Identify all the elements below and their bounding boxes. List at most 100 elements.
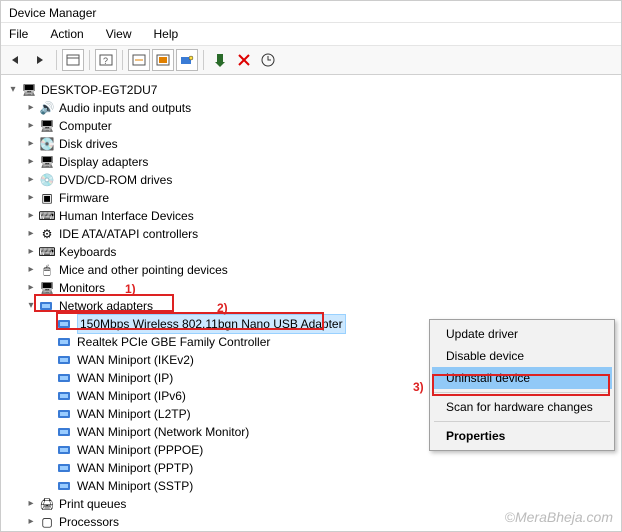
- adapter-label: Realtek PCIe GBE Family Controller: [77, 333, 270, 351]
- toolbar-separator: [89, 50, 90, 70]
- adapter-label: 150Mbps Wireless 802.11bgn Nano USB Adap…: [77, 314, 346, 334]
- adapter-label: WAN Miniport (IP): [77, 369, 173, 387]
- scan-hardware-button[interactable]: [176, 49, 198, 71]
- category-item[interactable]: 💿DVD/CD-ROM drives: [5, 171, 617, 189]
- ctx-uninstall-device[interactable]: Uninstall device: [432, 367, 612, 389]
- menu-help[interactable]: Help: [150, 25, 183, 43]
- annotation-2: 2): [217, 301, 228, 315]
- category-label: Human Interface Devices: [59, 207, 194, 225]
- category-label: Firmware: [59, 189, 109, 207]
- menu-file[interactable]: File: [5, 25, 32, 43]
- ctx-separator: [434, 421, 610, 422]
- device-icon: 🖥: [39, 154, 55, 170]
- category-label: Display adapters: [59, 153, 148, 171]
- expand-icon[interactable]: [23, 297, 39, 315]
- expand-icon[interactable]: [23, 99, 39, 117]
- device-icon: 🔊: [39, 100, 55, 116]
- network-adapter-icon: [57, 388, 73, 404]
- expand-icon[interactable]: [23, 117, 39, 135]
- expand-icon[interactable]: [23, 171, 39, 189]
- adapter-label: WAN Miniport (PPTP): [77, 459, 193, 477]
- expand-icon[interactable]: [23, 153, 39, 171]
- category-label: Mice and other pointing devices: [59, 261, 228, 279]
- device-icon: ⌨: [39, 208, 55, 224]
- annotation-3: 3): [413, 380, 424, 394]
- network-adapter-icon: [57, 334, 73, 350]
- menu-view[interactable]: View: [102, 25, 136, 43]
- expand-icon[interactable]: [23, 513, 39, 531]
- menu-bar: File Action View Help: [1, 23, 621, 46]
- category-item[interactable]: 🔊Audio inputs and outputs: [5, 99, 617, 117]
- category-item[interactable]: 💽Disk drives: [5, 135, 617, 153]
- ctx-update-driver[interactable]: Update driver: [432, 323, 612, 345]
- adapter-label: WAN Miniport (SSTP): [77, 477, 193, 495]
- expand-icon[interactable]: [23, 279, 39, 297]
- category-item[interactable]: 🖱Mice and other pointing devices: [5, 261, 617, 279]
- show-hide-button[interactable]: [62, 49, 84, 71]
- category-item[interactable]: ▣Firmware: [5, 189, 617, 207]
- menu-action[interactable]: Action: [46, 25, 87, 43]
- network-adapter-icon: [57, 424, 73, 440]
- category-item[interactable]: 🖥Display adapters: [5, 153, 617, 171]
- network-adapter-item[interactable]: WAN Miniport (SSTP): [5, 477, 617, 495]
- adapter-label: WAN Miniport (IKEv2): [77, 351, 194, 369]
- update-driver-button[interactable]: [257, 49, 279, 71]
- tree-root[interactable]: 🖥 DESKTOP-EGT2DU7: [5, 81, 617, 99]
- category-item[interactable]: ⚙IDE ATA/ATAPI controllers: [5, 225, 617, 243]
- back-button[interactable]: [5, 49, 27, 71]
- network-adapter-icon: [57, 460, 73, 476]
- category-label: IDE ATA/ATAPI controllers: [59, 225, 198, 243]
- category-label: Audio inputs and outputs: [59, 99, 191, 117]
- action-button-2[interactable]: [152, 49, 174, 71]
- expand-icon[interactable]: [23, 243, 39, 261]
- category-label: DVD/CD-ROM drives: [59, 171, 172, 189]
- annotation-1: 1): [125, 282, 136, 296]
- device-icon: ⌨: [39, 244, 55, 260]
- category-label: Keyboards: [59, 243, 116, 261]
- network-adapter-item[interactable]: WAN Miniport (PPTP): [5, 459, 617, 477]
- category-item[interactable]: ⌨Human Interface Devices: [5, 207, 617, 225]
- network-adapter-icon: [57, 478, 73, 494]
- category-item[interactable]: 🖥Computer: [5, 117, 617, 135]
- device-icon: 💽: [39, 136, 55, 152]
- network-adapter-icon: [57, 442, 73, 458]
- help-button[interactable]: ?: [95, 49, 117, 71]
- device-icon: 🖱: [39, 262, 55, 278]
- category-item[interactable]: ⌨Keyboards: [5, 243, 617, 261]
- toolbar: ?: [1, 46, 621, 75]
- device-icon: ▢: [39, 514, 55, 530]
- network-adapter-icon: [57, 406, 73, 422]
- expand-icon[interactable]: [23, 495, 39, 513]
- ctx-properties[interactable]: Properties: [432, 425, 612, 447]
- expand-icon[interactable]: [23, 261, 39, 279]
- forward-button[interactable]: [29, 49, 51, 71]
- expand-icon[interactable]: [23, 189, 39, 207]
- category-label: Monitors: [59, 279, 105, 297]
- category-network-adapters[interactable]: Network adapters: [5, 297, 617, 315]
- network-adapter-icon: [57, 352, 73, 368]
- root-label: DESKTOP-EGT2DU7: [41, 81, 157, 99]
- device-icon: ▣: [39, 190, 55, 206]
- expand-icon[interactable]: [23, 135, 39, 153]
- computer-icon: 🖥: [21, 82, 37, 98]
- expand-icon[interactable]: [23, 207, 39, 225]
- enable-button[interactable]: [209, 49, 231, 71]
- device-icon: 🖨: [39, 496, 55, 512]
- ctx-scan-hardware[interactable]: Scan for hardware changes: [432, 396, 612, 418]
- uninstall-button[interactable]: [233, 49, 255, 71]
- adapter-label: WAN Miniport (IPv6): [77, 387, 186, 405]
- category-label: Processors: [59, 513, 119, 531]
- network-icon: [39, 298, 55, 314]
- adapter-label: WAN Miniport (PPPOE): [77, 441, 203, 459]
- expand-icon[interactable]: [5, 81, 21, 99]
- ctx-separator: [434, 392, 610, 393]
- device-tree[interactable]: 🖥 DESKTOP-EGT2DU7 🔊Audio inputs and outp…: [1, 75, 621, 531]
- category-item[interactable]: 🖥Monitors: [5, 279, 617, 297]
- device-icon: 💿: [39, 172, 55, 188]
- network-label: Network adapters: [59, 297, 153, 315]
- window-title: Device Manager: [1, 1, 621, 23]
- expand-icon[interactable]: [23, 225, 39, 243]
- action-button-1[interactable]: [128, 49, 150, 71]
- ctx-disable-device[interactable]: Disable device: [432, 345, 612, 367]
- category-label: Computer: [59, 117, 112, 135]
